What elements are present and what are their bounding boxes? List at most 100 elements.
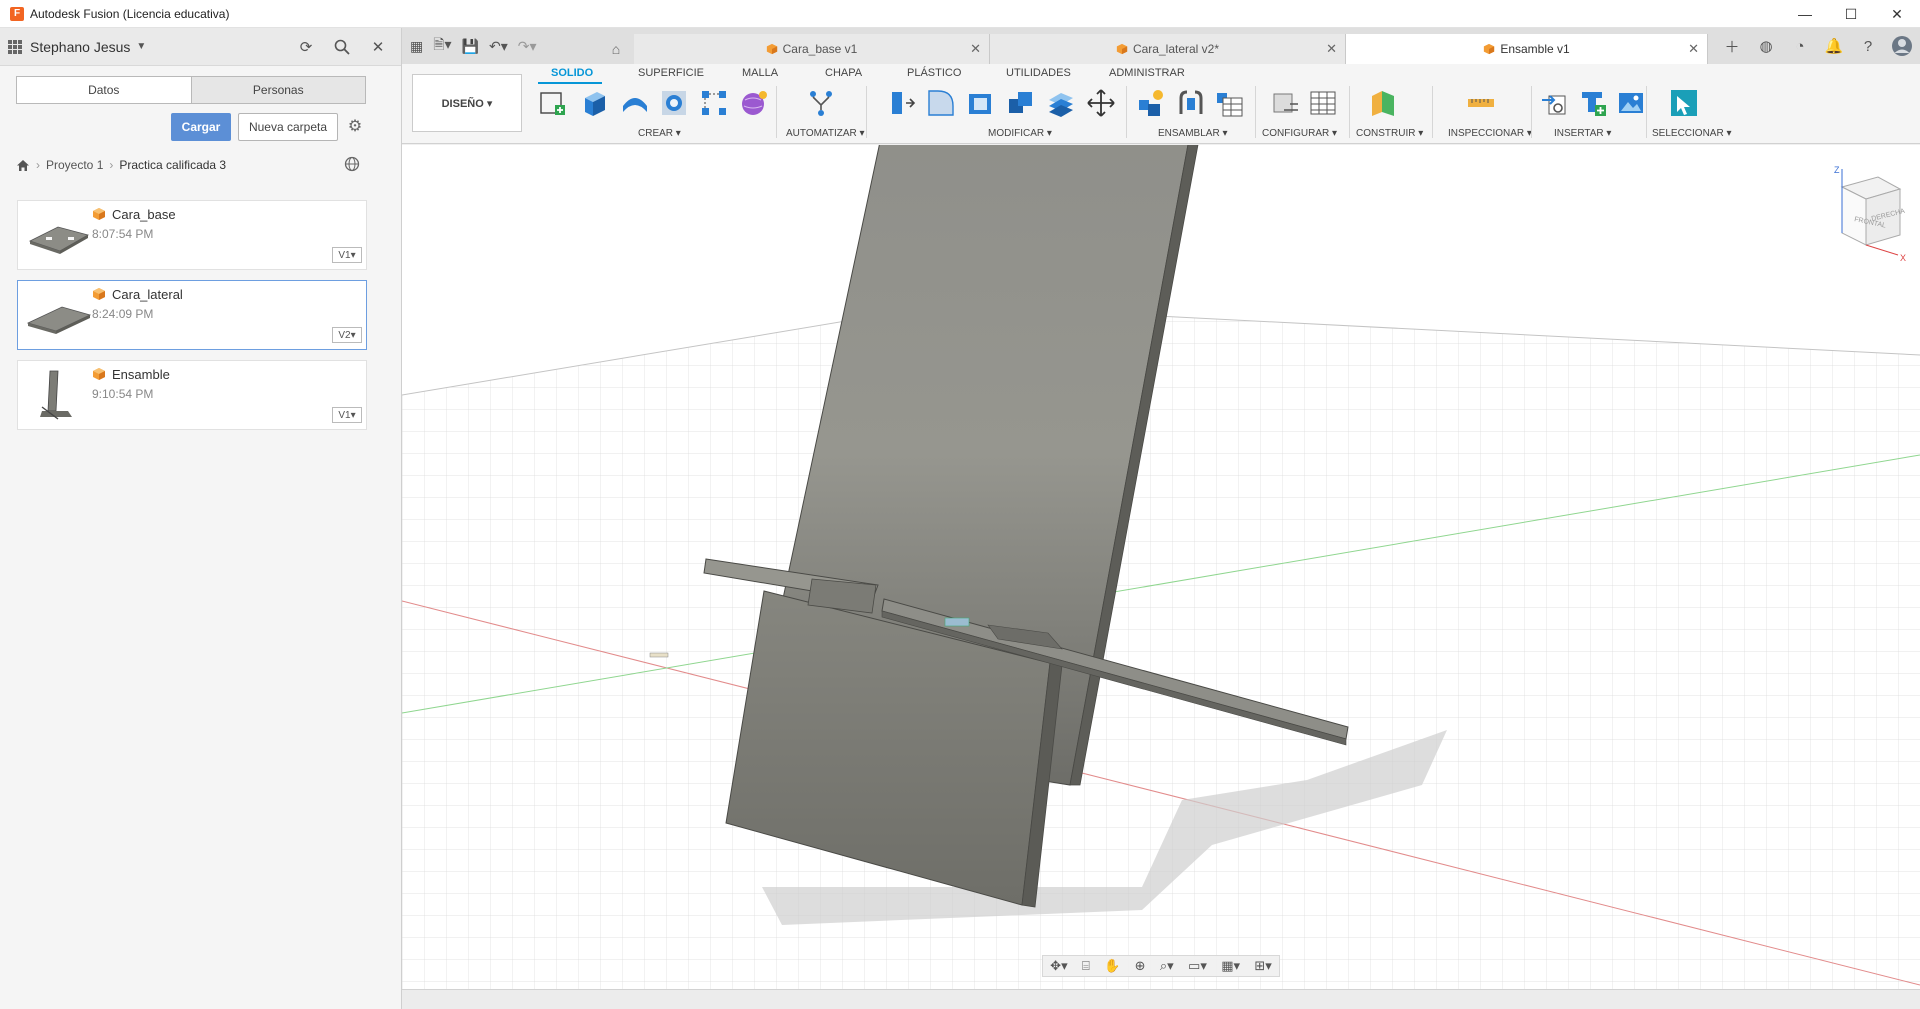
minimize-button[interactable]: — bbox=[1782, 0, 1828, 28]
viewports-icon[interactable]: ⊞▾ bbox=[1254, 958, 1271, 974]
look-at-icon[interactable]: ⌸ bbox=[1082, 958, 1090, 974]
new-folder-button[interactable]: Nueva carpeta bbox=[238, 113, 338, 141]
refresh-icon[interactable]: ⟳ bbox=[295, 36, 317, 58]
globe-icon[interactable] bbox=[344, 156, 360, 175]
zoom-icon[interactable]: ⊕ bbox=[1135, 958, 1146, 974]
help-icon[interactable]: ? bbox=[1856, 34, 1880, 58]
fillet-icon[interactable] bbox=[926, 88, 956, 118]
data-panel-tabs: Datos Personas bbox=[16, 76, 366, 104]
select-icon[interactable] bbox=[1669, 88, 1699, 118]
group-configurar[interactable]: CONFIGURAR ▾ bbox=[1262, 128, 1337, 139]
fit-icon[interactable]: ⌕▾ bbox=[1160, 958, 1174, 974]
close-tab-icon[interactable]: ✕ bbox=[1688, 41, 1699, 57]
3d-viewport[interactable]: FRONTAL DERECHA Z X ✥▾ ⌸ ✋ ⊕ ⌕▾ ▭▾ ▦▾ ⊞▾ bbox=[402, 145, 1920, 989]
document-tabs: ▦ 🗎▾ 💾 ↶▾ ↷▾ ⌂ Cara_base v1 ✕ Cara_later… bbox=[402, 28, 1920, 64]
view-cube[interactable]: FRONTAL DERECHA Z X bbox=[1812, 165, 1912, 265]
create-form-icon[interactable] bbox=[739, 88, 769, 118]
file-card-cara-base[interactable]: Cara_base 8:07:54 PM V1▾ bbox=[17, 200, 367, 270]
breadcrumb-folder[interactable]: Practica calificada 3 bbox=[119, 158, 226, 172]
orbit-icon[interactable]: ✥▾ bbox=[1050, 958, 1067, 974]
group-inspeccionar[interactable]: INSPECCIONAR ▾ bbox=[1448, 128, 1532, 139]
file-time: 8:07:54 PM bbox=[92, 227, 154, 241]
revolve-icon[interactable] bbox=[620, 88, 650, 118]
extensions-icon[interactable]: ◍ bbox=[1754, 34, 1778, 58]
offset-face-icon[interactable] bbox=[1046, 88, 1076, 118]
configuration-table-icon[interactable] bbox=[1308, 88, 1338, 118]
shell-icon[interactable] bbox=[966, 88, 996, 118]
measure-icon[interactable] bbox=[1466, 88, 1496, 118]
upload-button[interactable]: Cargar bbox=[171, 113, 231, 141]
group-construir[interactable]: CONSTRUIR ▾ bbox=[1356, 128, 1423, 139]
group-automatizar[interactable]: AUTOMATIZAR ▾ bbox=[786, 128, 865, 139]
file-card-cara-lateral[interactable]: Cara_lateral 8:24:09 PM V2▾ bbox=[17, 280, 367, 350]
component-cube-icon bbox=[1116, 43, 1128, 55]
automate-icon[interactable] bbox=[806, 88, 836, 118]
tab-utilidades[interactable]: UTILIDADES bbox=[1006, 67, 1071, 79]
insert-derive-icon[interactable] bbox=[1540, 88, 1570, 118]
create-sketch-icon[interactable] bbox=[538, 88, 568, 118]
tab-solido[interactable]: SOLIDO bbox=[551, 67, 593, 79]
hole-icon[interactable] bbox=[659, 88, 689, 118]
bom-table-icon[interactable] bbox=[1214, 88, 1244, 118]
home-tab-icon[interactable]: ⌂ bbox=[598, 34, 634, 64]
apps-grid-icon[interactable] bbox=[8, 39, 22, 54]
insert-mcmaster-icon[interactable] bbox=[1578, 88, 1608, 118]
file-time: 8:24:09 PM bbox=[92, 307, 154, 321]
new-tab-icon[interactable]: ＋ bbox=[1720, 34, 1744, 58]
tab-personas[interactable]: Personas bbox=[190, 77, 365, 103]
close-tab-icon[interactable]: ✕ bbox=[1326, 41, 1337, 57]
file-card-ensamble[interactable]: Ensamble 9:10:54 PM V1▾ bbox=[17, 360, 367, 430]
file-thumbnail bbox=[40, 370, 72, 420]
grid-menu-icon[interactable]: ▦ bbox=[410, 38, 423, 55]
tab-chapa[interactable]: CHAPA bbox=[825, 67, 862, 79]
gear-icon[interactable]: ⚙ bbox=[345, 116, 365, 136]
display-settings-icon[interactable]: ▭▾ bbox=[1188, 958, 1207, 974]
close-tab-icon[interactable]: ✕ bbox=[970, 41, 981, 57]
tab-malla[interactable]: MALLA bbox=[742, 67, 778, 79]
pattern-icon[interactable] bbox=[699, 88, 729, 118]
tab-plastico[interactable]: PLÁSTICO bbox=[907, 67, 961, 79]
redo-icon[interactable]: ↷▾ bbox=[518, 38, 537, 55]
close-window-button[interactable]: ✕ bbox=[1874, 0, 1920, 28]
search-icon[interactable] bbox=[331, 36, 353, 58]
construct-plane-icon[interactable] bbox=[1368, 88, 1398, 118]
save-icon[interactable]: 💾 bbox=[462, 38, 479, 55]
job-status-icon[interactable]: ◔ bbox=[1788, 34, 1812, 58]
joint-icon[interactable] bbox=[1176, 88, 1206, 118]
group-seleccionar[interactable]: SELECCIONAR ▾ bbox=[1652, 128, 1731, 139]
configure-icon[interactable] bbox=[1270, 88, 1300, 118]
version-dropdown[interactable]: V1▾ bbox=[332, 407, 362, 423]
version-dropdown[interactable]: V1▾ bbox=[332, 247, 362, 263]
tab-ensamble[interactable]: Ensamble v1 ✕ bbox=[1346, 34, 1708, 64]
notifications-icon[interactable]: 🔔 bbox=[1822, 34, 1846, 58]
tab-cara-base[interactable]: Cara_base v1 ✕ bbox=[634, 34, 990, 64]
group-ensamblar[interactable]: ENSAMBLAR ▾ bbox=[1158, 128, 1227, 139]
grid-settings-icon[interactable]: ▦▾ bbox=[1221, 958, 1240, 974]
canvas-scene[interactable] bbox=[402, 145, 1920, 989]
tab-administrar[interactable]: ADMINISTRAR bbox=[1109, 67, 1185, 79]
combine-icon[interactable] bbox=[1006, 88, 1036, 118]
group-crear[interactable]: CREAR ▾ bbox=[638, 128, 681, 139]
maximize-button[interactable]: ☐ bbox=[1828, 0, 1874, 28]
pan-icon[interactable]: ✋ bbox=[1104, 958, 1120, 974]
new-component-icon[interactable] bbox=[1136, 88, 1166, 118]
tab-superficie[interactable]: SUPERFICIE bbox=[638, 67, 704, 79]
version-dropdown[interactable]: V2▾ bbox=[332, 327, 362, 343]
avatar[interactable] bbox=[1890, 34, 1914, 58]
close-panel-icon[interactable]: ✕ bbox=[367, 36, 389, 58]
group-insertar[interactable]: INSERTAR ▾ bbox=[1554, 128, 1611, 139]
user-name[interactable]: Stephano Jesus bbox=[30, 39, 130, 55]
chevron-down-icon[interactable]: ▼ bbox=[136, 41, 146, 52]
insert-canvas-icon[interactable] bbox=[1616, 88, 1646, 118]
tab-cara-lateral[interactable]: Cara_lateral v2* ✕ bbox=[990, 34, 1346, 64]
move-icon[interactable] bbox=[1086, 88, 1116, 118]
extrude-icon[interactable] bbox=[579, 88, 609, 118]
breadcrumb-project[interactable]: Proyecto 1 bbox=[46, 158, 103, 172]
group-modificar[interactable]: MODIFICAR ▾ bbox=[988, 128, 1052, 139]
tab-datos[interactable]: Datos bbox=[17, 77, 191, 103]
workspace-dropdown[interactable]: DISEÑO ▾ bbox=[412, 74, 522, 132]
undo-icon[interactable]: ↶▾ bbox=[489, 38, 508, 55]
file-menu-icon[interactable]: 🗎▾ bbox=[433, 34, 451, 58]
home-icon[interactable] bbox=[16, 159, 30, 172]
press-pull-icon[interactable] bbox=[886, 88, 916, 118]
